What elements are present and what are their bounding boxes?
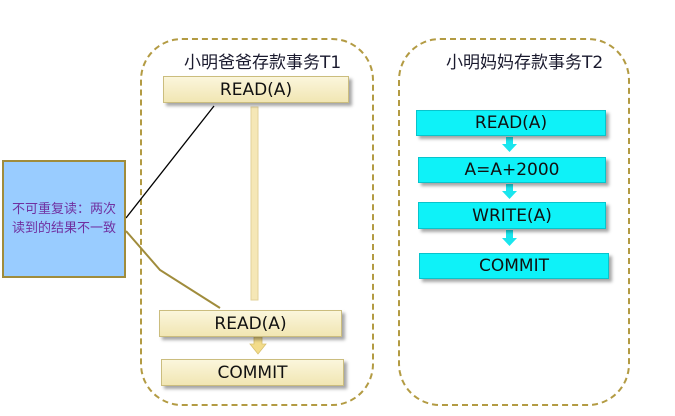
- callout-line-second-read: [125, 230, 221, 309]
- note-text: 不可重复读：两次读到的结果不一致: [11, 202, 116, 236]
- t1-step-read-1: READ(A): [163, 76, 349, 103]
- callout-line-first-read: [125, 105, 215, 219]
- t2-step-compute: A=A+2000: [418, 157, 606, 183]
- t1-timeline-bar: [250, 106, 259, 301]
- t2-arrow-1: [502, 137, 517, 152]
- t2-step-commit: COMMIT: [419, 253, 609, 279]
- t2-step-read: READ(A): [416, 110, 606, 136]
- t2-arrow-2: [502, 184, 517, 199]
- non-repeatable-read-note: 不可重复读：两次读到的结果不一致: [2, 160, 126, 278]
- t1-step-read-2: READ(A): [159, 310, 342, 337]
- t2-step-write: WRITE(A): [418, 202, 606, 229]
- t1-step-commit: COMMIT: [161, 359, 344, 386]
- t2-arrow-3: [502, 230, 517, 246]
- t1-arrow-read-commit: [249, 336, 267, 355]
